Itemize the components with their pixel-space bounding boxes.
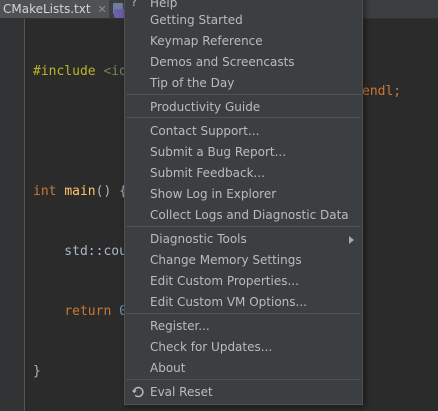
code-line: return 0 (33, 302, 127, 322)
menu-item-submit-bug-report[interactable]: Submit a Bug Report... (125, 142, 362, 163)
code-token: } (33, 364, 41, 379)
keyword-token: int (33, 184, 57, 199)
menu-item-eval-reset[interactable]: Eval Reset (125, 382, 362, 403)
menu-separator (126, 313, 361, 314)
menu-separator (126, 379, 361, 380)
tab-label: CMakeLists.txt (3, 2, 91, 16)
keyword-token: return (64, 304, 112, 319)
menu-item-demos-screencasts[interactable]: Demos and Screencasts (125, 52, 362, 73)
menu-item-collect-logs[interactable]: Collect Logs and Diagnostic Data (125, 205, 362, 226)
menu-separator (126, 226, 361, 227)
include-token: <id (95, 64, 127, 79)
close-icon[interactable]: ✕ (98, 3, 107, 16)
code-trailing-fragment: endl; (362, 84, 402, 99)
line-gutter (0, 19, 24, 411)
tab-cmakelists[interactable]: CMakeLists.txt ✕ (0, 0, 113, 18)
gutter-divider (24, 19, 25, 411)
menu-item-edit-custom-properties[interactable]: Edit Custom Properties... (125, 271, 362, 292)
menu-item-contact-support[interactable]: Contact Support... (125, 121, 362, 142)
menu-item-change-memory[interactable]: Change Memory Settings (125, 250, 362, 271)
menu-item-keymap-reference[interactable]: Keymap Reference (125, 31, 362, 52)
function-token: main (64, 184, 96, 199)
menu-item-check-updates[interactable]: Check for Updates... (125, 337, 362, 358)
menu-separator (126, 94, 361, 95)
menu-item-register[interactable]: Register... (125, 316, 362, 337)
code-line: } (33, 362, 127, 382)
preprocessor-token: #include (33, 64, 96, 79)
code-token: std::cou (33, 244, 127, 259)
code-line: int main() { (33, 182, 127, 202)
menu-item-submit-feedback[interactable]: Submit Feedback... (125, 163, 362, 184)
menu-item-about[interactable]: About (125, 358, 362, 379)
help-menu: ? Help Getting Started Keymap Reference … (124, 0, 363, 405)
menu-item-getting-started[interactable]: Getting Started (125, 10, 362, 31)
code-line: std::cou (33, 242, 127, 262)
menu-item-diagnostic-tools[interactable]: Diagnostic Tools (125, 229, 362, 250)
menu-item-show-log[interactable]: Show Log in Explorer (125, 184, 362, 205)
menu-separator (126, 117, 361, 118)
menu-item-edit-vm-options[interactable]: Edit Custom VM Options... (125, 292, 362, 313)
reset-icon (131, 384, 145, 400)
code-editor[interactable]: #include <id int main() { std::cou retur… (33, 22, 127, 402)
menu-item-productivity-guide[interactable]: Productivity Guide (125, 97, 362, 118)
code-line: #include <id (33, 62, 127, 82)
menu-item-tip-of-the-day[interactable]: Tip of the Day (125, 73, 362, 94)
submenu-arrow-icon (349, 236, 354, 244)
code-token: () { (95, 184, 127, 199)
